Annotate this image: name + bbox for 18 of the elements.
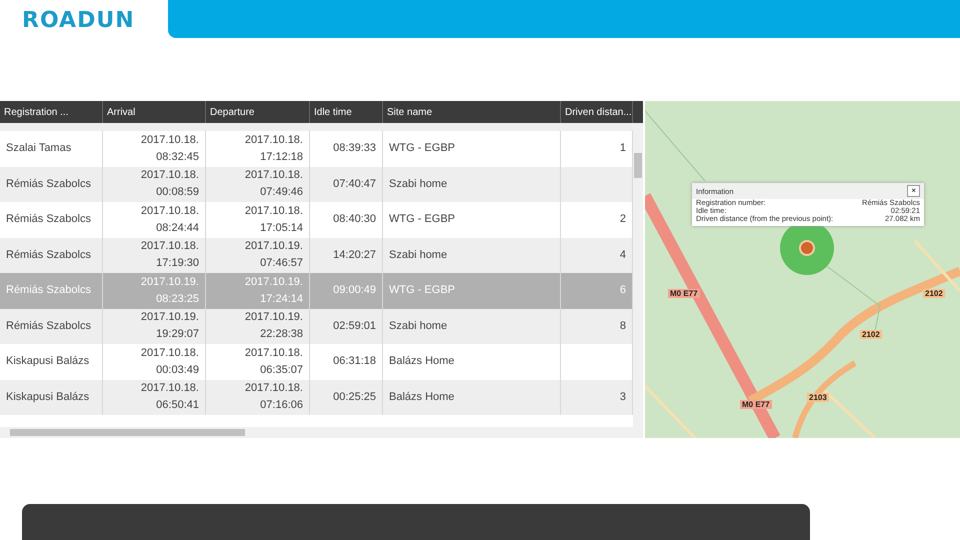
table-cell: 2017.10.18. 07:16:06	[206, 380, 310, 415]
horizontal-scrollbar[interactable]	[0, 427, 643, 438]
table-cell: Balázs Home	[383, 380, 561, 415]
road-label: M0 E77	[668, 289, 700, 298]
road-label: 2102	[860, 330, 882, 339]
table-cell: 00:25:25	[310, 380, 383, 415]
table-cell: 2017.10.18. 06:50:41	[103, 380, 206, 415]
vertical-scrollbar[interactable]	[633, 123, 643, 427]
close-button[interactable]: ×	[907, 185, 920, 197]
table-row[interactable]: Rémiás Szabolcs 2017.10.19. 19:29:07 2017.10.19. 22:28:38 02:59:01 Szabi home 8	[0, 308, 633, 344]
table-cell: Kiskapusi Balázs	[0, 380, 103, 415]
table-row[interactable]: Kiskapusi Balázs 2017.10.18. 06:50:41 2017.10.18. 07:16:06 00:25:25 Balázs Home 3	[0, 380, 633, 415]
road-label: 2102	[923, 289, 945, 298]
company-logo: ROADUN	[21, 7, 136, 33]
road-label: M0 E77	[740, 400, 772, 409]
table-row[interactable]: Rémiás Szabolcs 2017.10.18. 00:08:59 2017.10.18. 07:49:46 07:40:47 Szabi home	[0, 166, 633, 202]
road-label: 2103	[807, 393, 829, 402]
table-row[interactable]: Rémiás Szabolcs 2017.10.18. 17:19:30 2017.10.19. 07:46:57 14:20:27 Szabi home 4	[0, 238, 633, 273]
